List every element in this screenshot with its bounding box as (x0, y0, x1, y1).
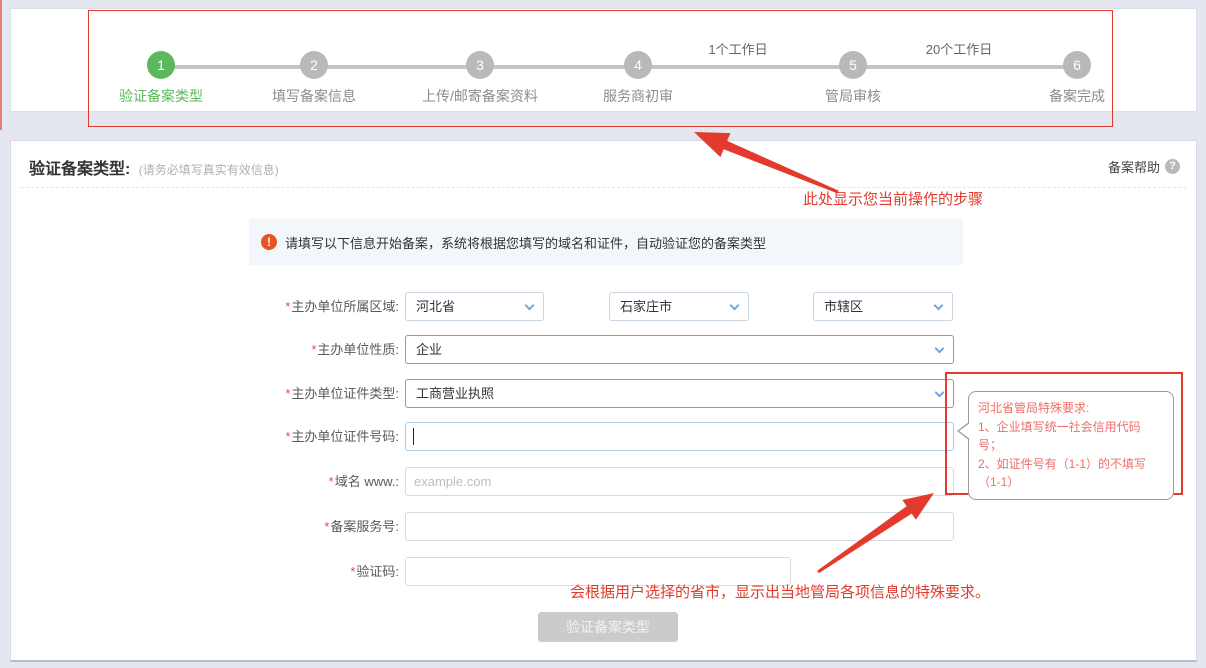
page: 1个工作日 20个工作日 1 验证备案类型 2 填写备案信息 3 上传/邮寄备案… (0, 0, 1206, 668)
province-value: 河北省 (416, 299, 455, 314)
required-mark: * (329, 474, 334, 489)
step-5-bureau-review: 5 管局审核 (773, 51, 933, 106)
step-1-circle: 1 (147, 51, 175, 79)
required-mark: * (324, 519, 329, 534)
annotation-left-line (0, 0, 2, 130)
alert-icon: ! (261, 234, 277, 250)
service-no-label: *备案服务号: (11, 512, 399, 541)
chevron-down-icon (935, 344, 945, 354)
page-subtitle: (请务必填写真实有效信息) (139, 163, 279, 177)
step-6-complete: 6 备案完成 (997, 51, 1157, 106)
page-title: 验证备案类型: (29, 161, 130, 178)
chevron-down-icon (525, 301, 535, 311)
chevron-down-icon (934, 301, 944, 311)
step-6-circle: 6 (1063, 51, 1091, 79)
chevron-down-icon (935, 388, 945, 398)
step-5-circle: 5 (839, 51, 867, 79)
step-label: 备案完成 (1049, 86, 1105, 106)
domain-label: *域名 www.: (11, 467, 399, 496)
step-3-upload-mail: 3 上传/邮寄备案资料 (400, 51, 560, 106)
notice-text: 请填写以下信息开始备案，系统将根据您填写的域名和证件，自动验证您的备案类型 (285, 233, 766, 252)
verify-type-button[interactable]: 验证备案类型 (538, 612, 678, 642)
chevron-down-icon (730, 301, 740, 311)
annotation-step-note: 此处显示您当前操作的步骤 (803, 188, 983, 209)
province-requirements-tooltip: 河北省管局特殊要求: 1、企业填写统一社会信用代码号； 2、如证件号有（1-1）… (968, 391, 1174, 500)
cert-type-value: 工商营业执照 (416, 386, 494, 401)
step-label: 服务商初审 (603, 86, 673, 106)
cert-no-input[interactable] (405, 422, 954, 451)
header-divider (21, 187, 1186, 188)
required-mark: * (285, 299, 290, 314)
org-type-select[interactable]: 企业 (405, 335, 954, 364)
service-no-input[interactable] (405, 512, 954, 541)
district-select[interactable]: 市辖区 (813, 292, 953, 321)
cert-no-label: *主办单位证件号码: (11, 422, 399, 451)
step-1-verify-type: 1 验证备案类型 (81, 51, 241, 106)
org-type-label: *主办单位性质: (11, 335, 399, 364)
domain-wrap (405, 467, 954, 496)
tooltip-title: 河北省管局特殊要求: (978, 399, 1164, 418)
required-mark: * (285, 386, 290, 401)
text-cursor (413, 428, 414, 445)
cert-type-label: *主办单位证件类型: (11, 379, 399, 408)
annotation-rect-tooltip: 河北省管局特殊要求: 1、企业填写统一社会信用代码号； 2、如证件号有（1-1）… (945, 372, 1183, 495)
cert-no-wrap (405, 422, 954, 451)
required-mark: * (311, 342, 316, 357)
card-header: 验证备案类型: (请务必填写真实有效信息) 备案帮助 ? (29, 155, 1180, 179)
captcha-label: *验证码: (11, 557, 399, 586)
step-3-circle: 3 (466, 51, 494, 79)
org-type-value: 企业 (416, 342, 442, 357)
cert-type-select[interactable]: 工商营业执照 (405, 379, 954, 408)
row-service-no: *备案服务号: (11, 512, 1196, 541)
row-org-type: *主办单位性质: 企业 (11, 335, 1196, 364)
step-4-circle: 4 (624, 51, 652, 79)
city-value: 石家庄市 (620, 299, 672, 314)
help-link[interactable]: 备案帮助 ? (1108, 157, 1180, 176)
stepper-card: 1个工作日 20个工作日 1 验证备案类型 2 填写备案信息 3 上传/邮寄备案… (10, 8, 1197, 112)
step-label: 验证备案类型 (119, 86, 203, 106)
notice-banner: ! 请填写以下信息开始备案，系统将根据您填写的域名和证件，自动验证您的备案类型 (249, 219, 963, 265)
required-mark: * (285, 429, 290, 444)
province-select[interactable]: 河北省 (405, 292, 544, 321)
step-2-circle: 2 (300, 51, 328, 79)
step-label: 上传/邮寄备案资料 (422, 86, 538, 106)
region-label: *主办单位所属区域: (11, 292, 399, 321)
annotation-province-note: 会根据用户选择的省市，显示出当地管局各项信息的特殊要求。 (570, 581, 990, 602)
help-label: 备案帮助 (1108, 157, 1160, 176)
domain-input[interactable] (405, 467, 954, 496)
question-icon[interactable]: ? (1165, 159, 1180, 174)
required-mark: * (350, 564, 355, 579)
tooltip-line: 1、企业填写统一社会信用代码号； (978, 418, 1164, 455)
step-4-provider-review: 4 服务商初审 (558, 51, 718, 106)
district-value: 市辖区 (824, 299, 863, 314)
city-select[interactable]: 石家庄市 (609, 292, 749, 321)
row-region: *主办单位所属区域: 河北省 石家庄市 市辖区 (11, 292, 1196, 321)
step-2-fill-info: 2 填写备案信息 (234, 51, 394, 106)
tooltip-line: 2、如证件号有（1-1）的不填写 (978, 455, 1164, 474)
service-no-wrap (405, 512, 954, 541)
step-label: 填写备案信息 (272, 86, 356, 106)
tooltip-line: （1-1） (978, 473, 1164, 492)
step-label: 管局审核 (825, 86, 881, 106)
